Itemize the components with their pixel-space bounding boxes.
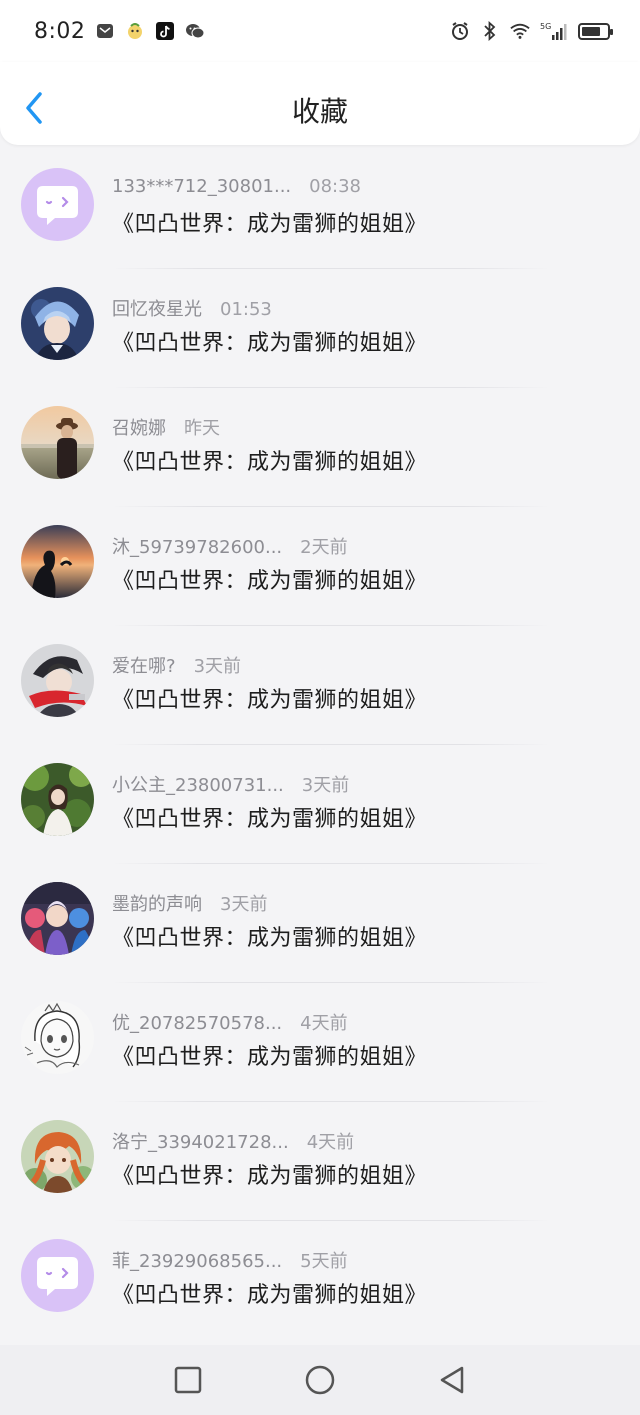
- status-time: 8:02: [34, 18, 86, 44]
- alarm-icon: [450, 21, 470, 41]
- item-meta: 优_20782570578... 4天前: [112, 1009, 348, 1035]
- item-meta: 墨韵的声响 3天前: [112, 890, 267, 916]
- tiktok-icon: [155, 21, 175, 41]
- wechat-icon: [185, 21, 205, 41]
- user-name: 墨韵的声响: [112, 894, 202, 915]
- item-meta: 爱在哪? 3天前: [112, 652, 241, 678]
- item-time: 2天前: [300, 537, 348, 558]
- list-item[interactable]: 洛宁_3394021728... 4天前 《凹凸世界：成为雷狮的姐姐》: [0, 1102, 640, 1221]
- page-title: 收藏: [291, 95, 348, 128]
- item-meta: 菲_23929068565... 5天前: [112, 1247, 348, 1273]
- book-title: 《凹凸世界：成为雷狮的姐姐》: [112, 688, 428, 713]
- user-name: 洛宁_3394021728...: [112, 1132, 289, 1153]
- book-title: 《凹凸世界：成为雷狮的姐姐》: [112, 807, 428, 832]
- bluetooth-icon: [480, 21, 500, 41]
- list-item[interactable]: 回忆夜星光 01:53 《凹凸世界：成为雷狮的姐姐》: [0, 269, 640, 388]
- network-type-label: 5G: [540, 22, 551, 31]
- item-time: 01:53: [220, 299, 272, 320]
- book-title: 《凹凸世界：成为雷狮的姐姐》: [112, 212, 428, 237]
- book-title: 《凹凸世界：成为雷狮的姐姐》: [112, 1164, 428, 1189]
- book-title: 《凹凸世界：成为雷狮的姐姐》: [112, 331, 428, 356]
- item-meta: 133***712_30801... 08:38: [112, 176, 361, 197]
- user-name: 优_20782570578...: [112, 1013, 283, 1034]
- book-title: 《凹凸世界：成为雷狮的姐姐》: [112, 926, 428, 951]
- wifi-icon: [510, 21, 530, 41]
- list-item[interactable]: 小公主_23800731... 3天前 《凹凸世界：成为雷狮的姐姐》: [0, 745, 640, 864]
- avatar[interactable]: [21, 644, 94, 717]
- avatar[interactable]: [21, 1120, 94, 1193]
- user-name: 爱在哪?: [112, 656, 176, 677]
- square-icon: [174, 1366, 202, 1394]
- home-button[interactable]: [304, 1364, 336, 1396]
- item-time: 3天前: [193, 656, 242, 677]
- book-title: 《凹凸世界：成为雷狮的姐姐》: [112, 569, 428, 594]
- item-time: 昨天: [184, 418, 220, 439]
- avatar[interactable]: [21, 406, 94, 479]
- item-time: 08:38: [309, 176, 362, 197]
- avatar[interactable]: [21, 287, 94, 360]
- item-meta: 回忆夜星光 01:53: [112, 295, 272, 321]
- user-name: 小公主_23800731...: [112, 775, 284, 796]
- status-left: 8:02: [34, 19, 205, 44]
- favorites-list: 133***712_30801... 08:38 《凹凸世界：成为雷狮的姐姐》 回…: [0, 150, 640, 1340]
- list-item[interactable]: 召婉娜 昨天 《凹凸世界：成为雷狮的姐姐》: [0, 388, 640, 507]
- status-bar: 8:02 5G: [0, 0, 640, 62]
- item-meta: 沐_59739782600... 2天前: [112, 533, 348, 559]
- triangle-back-icon: [440, 1366, 464, 1394]
- item-meta: 小公主_23800731... 3天前: [112, 771, 349, 797]
- item-time: 3天前: [220, 894, 268, 915]
- list-item[interactable]: 菲_23929068565... 5天前 《凹凸世界：成为雷狮的姐姐》: [0, 1221, 640, 1340]
- app-face-icon: [125, 21, 145, 41]
- list-item[interactable]: 爱在哪? 3天前 《凹凸世界：成为雷狮的姐姐》: [0, 626, 640, 745]
- avatar[interactable]: [21, 168, 94, 241]
- item-time: 3天前: [301, 775, 350, 796]
- user-name: 沐_59739782600...: [112, 537, 283, 558]
- recent-apps-button[interactable]: [172, 1364, 204, 1396]
- item-time: 4天前: [300, 1013, 348, 1034]
- user-name: 回忆夜星光: [112, 299, 202, 320]
- book-title: 《凹凸世界：成为雷狮的姐姐》: [112, 1045, 428, 1070]
- avatar[interactable]: [21, 882, 94, 955]
- list-item[interactable]: 沐_59739782600... 2天前 《凹凸世界：成为雷狮的姐姐》: [0, 507, 640, 626]
- system-back-button[interactable]: [436, 1364, 468, 1396]
- avatar[interactable]: [21, 1239, 94, 1312]
- item-meta: 召婉娜 昨天: [112, 414, 220, 440]
- avatar[interactable]: [21, 1001, 94, 1074]
- item-time: 4天前: [306, 1132, 355, 1153]
- book-title: 《凹凸世界：成为雷狮的姐姐》: [112, 450, 428, 475]
- system-nav-bar: [0, 1345, 640, 1415]
- list-item[interactable]: 133***712_30801... 08:38 《凹凸世界：成为雷狮的姐姐》: [0, 150, 640, 269]
- item-time: 5天前: [300, 1251, 348, 1272]
- list-item[interactable]: 优_20782570578... 4天前 《凹凸世界：成为雷狮的姐姐》: [0, 983, 640, 1102]
- battery-icon: [578, 22, 613, 40]
- user-name: 召婉娜: [112, 418, 166, 439]
- status-right: 5G: [450, 21, 613, 41]
- user-name: 菲_23929068565...: [112, 1251, 283, 1272]
- app-header: 收藏: [0, 62, 640, 145]
- book-title: 《凹凸世界：成为雷狮的姐姐》: [112, 1283, 428, 1308]
- message-icon: [95, 21, 115, 41]
- item-meta: 洛宁_3394021728... 4天前: [112, 1128, 354, 1154]
- avatar[interactable]: [21, 763, 94, 836]
- list-item[interactable]: 墨韵的声响 3天前 《凹凸世界：成为雷狮的姐姐》: [0, 864, 640, 983]
- circle-icon: [305, 1365, 335, 1395]
- user-name: 133***712_30801...: [112, 176, 292, 197]
- avatar[interactable]: [21, 525, 94, 598]
- signal-icon: 5G: [540, 21, 568, 41]
